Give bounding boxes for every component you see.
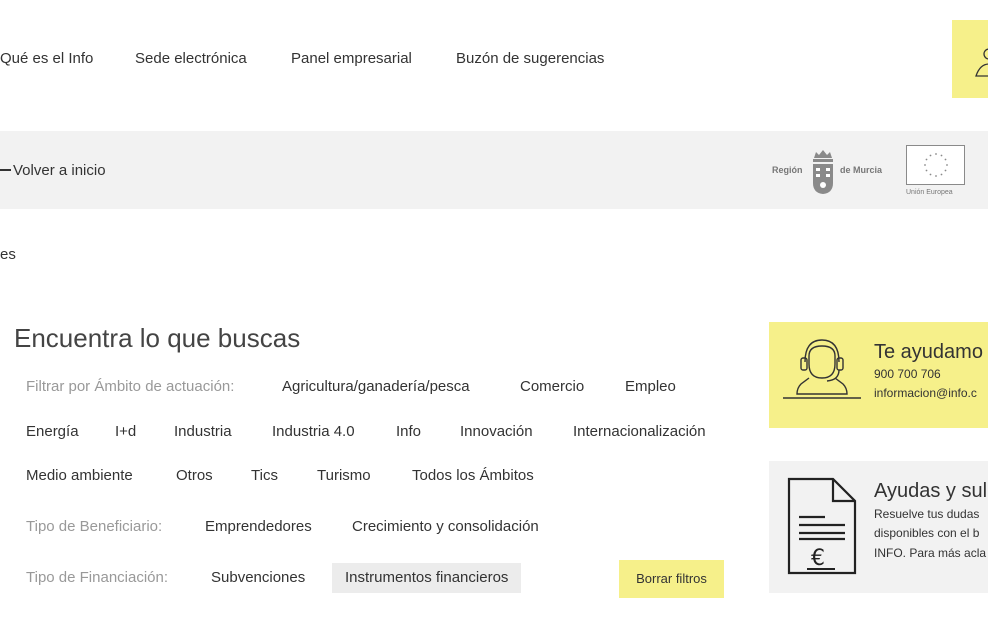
filter-option[interactable]: Otros — [176, 461, 213, 491]
euro-document-icon: € — [787, 477, 857, 575]
back-to-home-link[interactable]: Volver a inicio — [0, 162, 106, 179]
coat-of-arms-icon — [813, 150, 833, 194]
back-link-label: Volver a inicio — [13, 162, 106, 179]
filter-option[interactable]: Medio ambiente — [26, 461, 133, 491]
grants-card-text: INFO. Para más acla — [874, 546, 987, 560]
help-email[interactable]: informacion@info.c — [874, 386, 977, 400]
filter-option[interactable]: Empleo — [625, 372, 676, 402]
filter-option[interactable]: Crecimiento y consolidación — [352, 512, 539, 542]
filter-option[interactable]: Turismo — [317, 461, 371, 491]
filter-option[interactable]: Industria 4.0 — [272, 417, 355, 447]
logo-murcia-text: de Murcia — [840, 165, 883, 175]
eu-stars-icon — [924, 153, 948, 177]
grants-card-text: disponibles con el b — [874, 526, 980, 540]
breadcrumb[interactable]: es — [0, 246, 16, 263]
top-navigation: Qué es el Info Sede electrónica Panel em… — [0, 0, 988, 120]
filter-option[interactable]: Innovación — [460, 417, 533, 447]
filter-option[interactable]: Info — [396, 417, 421, 447]
filter-option[interactable]: Industria — [174, 417, 232, 447]
clear-filters-button[interactable]: Borrar filtros — [619, 560, 724, 598]
dash-icon — [0, 169, 11, 172]
filter-label-ambito: Filtrar por Ámbito de actuación: — [26, 378, 235, 395]
filter-option[interactable]: Agricultura/ganadería/pesca — [282, 372, 470, 402]
eu-logo[interactable]: Unión Europea — [906, 145, 966, 201]
grants-card[interactable]: € Ayudas y sul Resuelve tus dudas dispon… — [769, 461, 988, 593]
help-card-title: Te ayudamo — [874, 341, 983, 363]
nav-item-buzon-sugerencias[interactable]: Buzón de sugerencias — [456, 50, 604, 67]
header-bar: Volver a inicio Región de Murcia Unión E… — [0, 131, 988, 209]
filter-option[interactable]: Tics — [251, 461, 278, 491]
filter-option[interactable]: Energía — [26, 417, 79, 447]
filter-option[interactable]: Comercio — [520, 372, 584, 402]
filter-option[interactable]: Emprendedores — [205, 512, 312, 542]
grants-card-text: Resuelve tus dudas — [874, 507, 980, 521]
filter-option[interactable]: Internacionalización — [573, 417, 706, 447]
help-tab-button[interactable] — [952, 20, 988, 98]
filter-option[interactable]: Subvenciones — [211, 563, 305, 593]
svg-text:€: € — [811, 546, 825, 571]
filter-label-beneficiario: Tipo de Beneficiario: — [26, 518, 163, 535]
eu-logo-text: Unión Europea — [906, 189, 953, 196]
grants-card-title: Ayudas y sul — [874, 480, 988, 502]
filter-row-financiacion: Tipo de Financiación: Subvenciones Instr… — [26, 563, 586, 593]
help-card[interactable]: Te ayudamo 900 700 706 informacion@info.… — [769, 322, 988, 428]
filter-label-financiacion: Tipo de Financiación: — [26, 569, 169, 586]
nav-item-panel-empresarial[interactable]: Panel empresarial — [291, 50, 412, 67]
region-murcia-logo[interactable]: Región de Murcia — [772, 149, 892, 195]
nav-item-que-es-info[interactable]: Qué es el Info — [0, 50, 93, 67]
filter-option[interactable]: I+d — [115, 417, 136, 447]
filter-option-active[interactable]: Instrumentos financieros — [332, 563, 522, 593]
user-icon — [975, 48, 988, 77]
finder-title: Encuentra lo que buscas — [14, 323, 301, 353]
logo-region-text: Región — [772, 165, 803, 175]
headset-support-icon — [783, 339, 861, 399]
filter-option[interactable]: Todos los Ámbitos — [412, 461, 534, 491]
eu-flag — [906, 145, 965, 185]
nav-item-sede-electronica[interactable]: Sede electrónica — [135, 50, 247, 67]
help-phone[interactable]: 900 700 706 — [874, 367, 941, 381]
